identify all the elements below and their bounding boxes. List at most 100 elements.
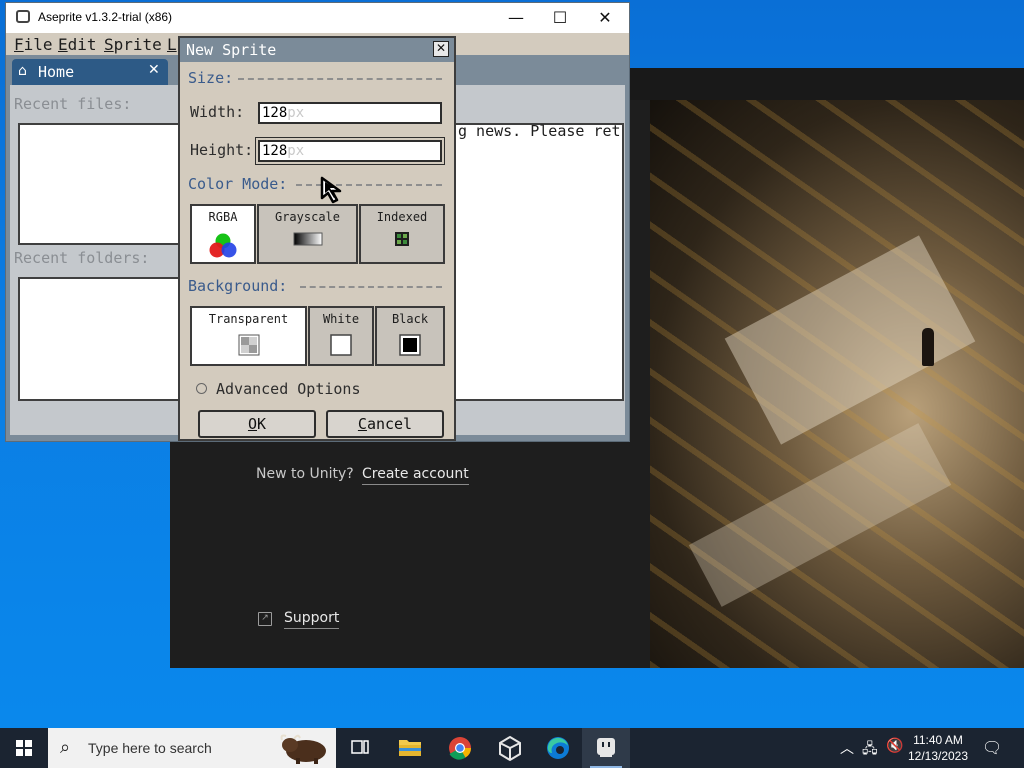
task-view-icon — [351, 740, 369, 754]
recent-folders-label: Recent folders: — [14, 249, 150, 267]
black-swatch-icon — [399, 334, 421, 356]
menu-file[interactable]: File — [14, 35, 53, 54]
grayscale-icon — [293, 232, 322, 246]
background-black-button[interactable]: Black — [375, 306, 445, 366]
dialog-titlebar[interactable]: New Sprite ✕ — [180, 38, 454, 62]
tray-overflow-chevron-icon[interactable]: ︿ — [840, 738, 854, 758]
menu-edit[interactable]: Edit — [58, 35, 97, 54]
ok-label: K — [257, 415, 267, 433]
cancel-button[interactable]: Cancel — [326, 410, 444, 438]
taskbar-clock[interactable]: 11:40 AM 12/13/2023 — [906, 732, 970, 764]
size-section-label: Size: — [188, 69, 234, 87]
clock-date: 12/13/2023 — [907, 749, 969, 763]
home-icon: ⌂ — [18, 63, 27, 79]
windows-logo-icon — [16, 740, 32, 756]
taskbar-edge[interactable] — [534, 728, 582, 768]
file-explorer-icon — [399, 740, 421, 756]
unity-hub-icon — [499, 735, 521, 762]
color-mode-indexed-button[interactable]: Indexed — [359, 204, 445, 264]
dialog-title: New Sprite — [186, 41, 277, 59]
transparent-checker-icon — [238, 334, 259, 356]
height-label: Height: — [190, 141, 254, 159]
menu-layer-mnemonic: L — [167, 35, 177, 54]
new-sprite-dialog: New Sprite ✕ Size: Width: 128px Height: … — [178, 36, 456, 441]
hero-light-shaft — [688, 423, 952, 607]
menu-edit-mnemonic: E — [58, 35, 68, 54]
network-icon[interactable]: 🖧 — [862, 738, 878, 762]
ok-mnemonic: O — [247, 415, 257, 433]
background-white-label: White — [322, 312, 360, 326]
support-link[interactable]: Support — [284, 610, 340, 629]
size-divider — [238, 78, 442, 80]
color-mode-grayscale-label: Grayscale — [274, 210, 341, 224]
color-mode-section-label: Color Mode: — [188, 175, 288, 193]
taskbar-file-explorer[interactable] — [386, 728, 434, 768]
rgba-icon — [209, 233, 237, 258]
background-black-label: Black — [391, 312, 429, 326]
white-swatch-icon — [330, 334, 352, 356]
background-divider — [300, 286, 442, 288]
background-transparent-label: Transparent — [208, 312, 289, 326]
taskbar-search-box[interactable]: ⌕ Type here to search — [48, 728, 336, 768]
taskbar-chrome[interactable] — [436, 728, 484, 768]
chrome-icon — [449, 737, 471, 760]
advanced-options-label[interactable]: Advanced Options — [216, 380, 361, 398]
color-mode-divider — [296, 184, 442, 186]
background-white-button[interactable]: White — [308, 306, 374, 366]
news-text: g news. Please ret — [458, 122, 621, 140]
edge-icon — [547, 737, 569, 759]
close-button[interactable]: ✕ — [582, 3, 628, 33]
maximize-button[interactable]: ☐ — [537, 3, 583, 33]
clock-time: 11:40 AM — [913, 733, 963, 747]
taskbar: ⌕ Type here to search ︿ 🖧 🔇 11:40 AM 12/… — [0, 728, 1024, 768]
advanced-options-checkbox[interactable] — [196, 383, 207, 394]
mouse-cursor-icon — [320, 176, 342, 204]
search-highlight-yak-icon — [280, 734, 326, 764]
hero-light-shaft — [724, 235, 976, 445]
menu-file-label: ile — [23, 35, 53, 54]
tab-home[interactable]: ⌂ Home ✕ — [12, 59, 168, 85]
ok-button[interactable]: OK — [198, 410, 316, 438]
height-unit: px — [287, 143, 305, 159]
search-placeholder: Type here to search — [88, 740, 212, 756]
menu-sprite[interactable]: Sprite — [104, 35, 162, 54]
taskbar-unity-hub[interactable] — [486, 728, 534, 768]
new-to-unity-text: New to Unity? — [256, 466, 354, 482]
tab-close-icon[interactable]: ✕ — [148, 62, 160, 78]
unity-hero-image — [650, 100, 1024, 668]
create-account-link[interactable]: Create account — [362, 466, 469, 485]
color-mode-rgba-button[interactable]: RGBA — [190, 204, 256, 264]
menu-sprite-label: prite — [113, 35, 162, 54]
menu-sprite-mnemonic: S — [104, 35, 114, 54]
width-field[interactable]: 128px — [258, 102, 442, 124]
cancel-label: ancel — [366, 415, 413, 433]
taskbar-aseprite[interactable] — [582, 728, 630, 768]
notification-center-icon[interactable]: 🗨 — [982, 738, 1002, 757]
menu-file-mnemonic: F — [14, 35, 24, 54]
width-label: Width: — [190, 103, 245, 121]
height-value: 128 — [262, 143, 288, 159]
start-button[interactable] — [0, 728, 48, 768]
color-mode-grayscale-button[interactable]: Grayscale — [257, 204, 358, 264]
menu-layer[interactable]: L — [167, 35, 177, 54]
dialog-close-icon[interactable]: ✕ — [433, 41, 449, 57]
external-link-icon: ↗ — [258, 612, 272, 626]
minimize-button[interactable]: — — [493, 3, 539, 33]
task-view-button[interactable] — [336, 728, 384, 768]
search-icon: ⌕ — [60, 737, 71, 758]
recent-files-list[interactable] — [18, 123, 188, 245]
aseprite-app-icon — [16, 10, 30, 23]
tab-home-label: Home — [38, 63, 75, 81]
background-transparent-button[interactable]: Transparent — [190, 306, 307, 366]
cancel-mnemonic: C — [357, 415, 367, 433]
aseprite-titlebar[interactable]: Aseprite v1.3.2-trial (x86) — ☐ ✕ — [6, 3, 629, 33]
recent-files-label: Recent files: — [14, 95, 132, 113]
window-title: Aseprite v1.3.2-trial (x86) — [38, 10, 173, 24]
background-section-label: Background: — [188, 277, 288, 295]
color-mode-rgba-label: RGBA — [208, 210, 238, 224]
height-field[interactable]: 128px — [258, 140, 442, 162]
recent-folders-list[interactable] — [18, 277, 188, 401]
volume-muted-icon[interactable]: 🔇 — [886, 738, 903, 754]
news-panel — [450, 123, 624, 401]
width-unit: px — [287, 105, 305, 121]
